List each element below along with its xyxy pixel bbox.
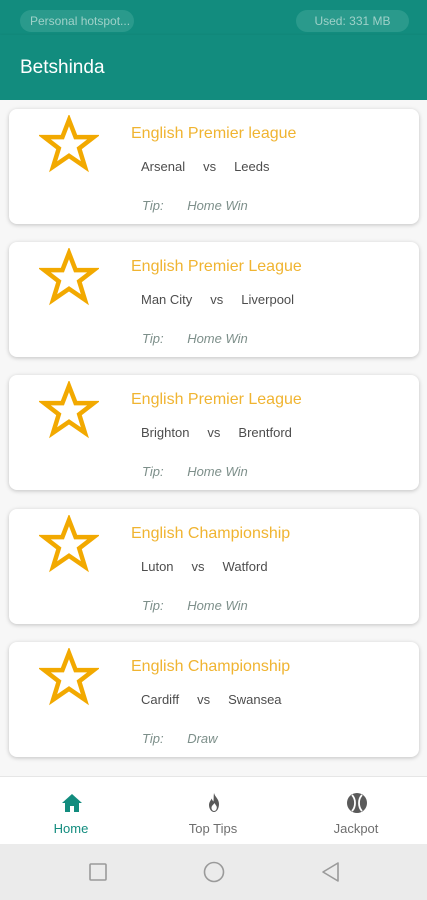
match-teams: Cardiff vs Swansea [141, 692, 282, 707]
tip-value: Home Win [187, 198, 248, 213]
home-team: Cardiff [141, 692, 180, 707]
league-name: English Championship [131, 525, 291, 542]
tips-list[interactable]: English Premier league Arsenal vs Leeds … [0, 100, 427, 776]
match-teams: Brighton vs Brentford [141, 425, 292, 440]
home-team: Man City [141, 292, 193, 307]
away-team: Leeds [234, 159, 270, 174]
match-teams: Luton vs Watford [141, 559, 268, 574]
versus-label: vs [203, 159, 217, 174]
tip-label: Tip: [142, 598, 164, 613]
tip-card[interactable]: English Championship Cardiff vs Swansea … [9, 642, 419, 757]
recents-icon[interactable] [86, 860, 110, 884]
tip-row: Tip: Home Win [142, 598, 248, 613]
status-bar: Personal hotspot... Used: 331 MB [0, 0, 427, 35]
home-team: Luton [141, 559, 174, 574]
versus-label: vs [191, 559, 205, 574]
star-icon[interactable] [39, 381, 99, 441]
bottom-nav: Home Top Tips Jackpot [0, 776, 427, 845]
home-team: Brighton [141, 425, 190, 440]
tip-value: Home Win [187, 331, 248, 346]
away-team: Brentford [238, 425, 292, 440]
tip-card[interactable]: English Premier League Brighton vs Brent… [9, 375, 419, 490]
star-icon[interactable] [39, 248, 99, 308]
away-team: Swansea [228, 692, 282, 707]
nav-home-label: Home [53, 821, 89, 836]
data-usage-pill: Used: 331 MB [296, 10, 409, 32]
away-team: Watford [222, 559, 268, 574]
league-name: English Premier League [131, 391, 302, 408]
home-icon [62, 794, 82, 812]
nav-jackpot[interactable]: Jackpot [285, 777, 427, 845]
home-circle-icon[interactable] [202, 860, 226, 884]
tip-value: Draw [187, 731, 218, 746]
tip-row: Tip: Draw [142, 731, 218, 746]
tip-row: Tip: Home Win [142, 464, 248, 479]
tip-label: Tip: [142, 198, 164, 213]
tip-label: Tip: [142, 464, 164, 479]
app-bar: Betshinda [0, 35, 427, 100]
ball-icon [347, 793, 367, 813]
away-team: Liverpool [241, 292, 295, 307]
nav-home[interactable]: Home [0, 777, 142, 845]
tip-label: Tip: [142, 731, 164, 746]
versus-label: vs [207, 425, 221, 440]
home-team: Arsenal [141, 159, 186, 174]
tip-row: Tip: Home Win [142, 198, 248, 213]
tip-card[interactable]: English Premier League Man City vs Liver… [9, 242, 419, 357]
match-teams: Arsenal vs Leeds [141, 159, 270, 174]
flame-icon [209, 793, 219, 812]
league-name: English Premier League [131, 258, 302, 275]
nav-top-tips-label: Top Tips [188, 821, 238, 836]
hotspot-status-pill: Personal hotspot... [20, 10, 134, 32]
tip-row: Tip: Home Win [142, 331, 248, 346]
league-name: English Premier league [131, 125, 297, 142]
match-teams: Man City vs Liverpool [141, 292, 294, 307]
tip-label: Tip: [142, 331, 164, 346]
back-icon[interactable] [319, 860, 343, 884]
star-icon[interactable] [39, 115, 99, 175]
versus-label: vs [197, 692, 211, 707]
league-name: English Championship [131, 658, 291, 675]
tip-value: Home Win [187, 464, 248, 479]
star-icon[interactable] [39, 648, 99, 708]
tip-card[interactable]: English Championship Luton vs Watford Ti… [9, 509, 419, 624]
star-icon[interactable] [39, 515, 99, 575]
nav-jackpot-label: Jackpot [333, 821, 379, 836]
nav-top-tips[interactable]: Top Tips [142, 777, 284, 845]
tip-value: Home Win [187, 598, 248, 613]
system-navigation-bar [0, 844, 427, 900]
tip-card[interactable]: English Premier league Arsenal vs Leeds … [9, 109, 419, 224]
versus-label: vs [210, 292, 224, 307]
app-title: Betshinda [20, 57, 105, 78]
